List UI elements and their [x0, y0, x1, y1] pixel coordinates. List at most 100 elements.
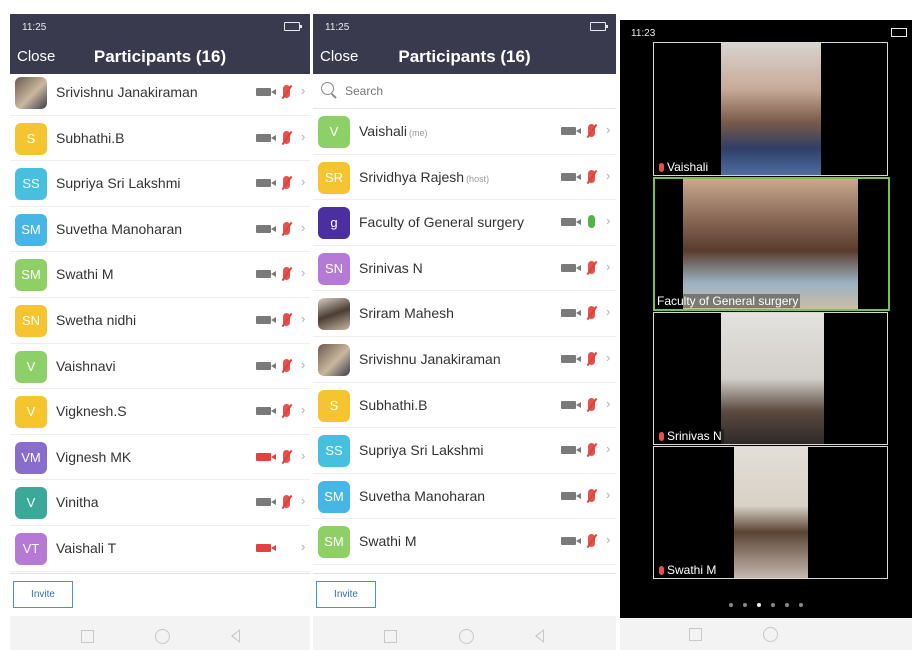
avatar: SS	[318, 435, 350, 468]
participant-row[interactable]: S Subhathi.B ›	[313, 383, 616, 429]
participant-row[interactable]: g Faculty of General surgery ›	[313, 200, 616, 246]
search-input[interactable]: Search	[313, 74, 616, 109]
page-dot[interactable]	[729, 603, 733, 607]
chevron-right-icon: ›	[301, 310, 306, 326]
mic-on-icon	[588, 215, 595, 229]
participant-row[interactable]: SM Swathi M ›	[10, 252, 310, 298]
participant-name: Faculty of General surgery	[359, 214, 524, 231]
mic-muted-icon	[588, 124, 595, 137]
tile-label: Faculty of General surgery	[655, 294, 801, 308]
recents-icon[interactable]	[689, 628, 702, 641]
mic-muted-icon	[588, 351, 595, 365]
mic-muted-icon	[588, 443, 595, 457]
system-nav-bar	[10, 616, 310, 650]
chevron-right-icon: ›	[301, 83, 306, 98]
participant-row[interactable]: V Vigknesh.S ›	[10, 389, 310, 435]
invite-button[interactable]: Invite	[316, 581, 376, 608]
mic-muted-icon	[283, 312, 290, 326]
video-tile[interactable]: Srinivas N	[653, 312, 888, 445]
page-dot[interactable]	[771, 603, 775, 607]
page-dot[interactable]	[799, 603, 803, 607]
participant-row[interactable]: V Vaishali (me) ›	[313, 109, 616, 155]
recents-icon[interactable]	[384, 630, 397, 643]
video-off-icon	[256, 224, 276, 233]
mic-muted-icon	[588, 534, 595, 548]
mic-muted-icon	[283, 449, 290, 463]
participant-row[interactable]: SN Srinivas N ›	[313, 246, 616, 292]
video-off-icon	[561, 127, 581, 135]
page-dot[interactable]	[785, 603, 789, 607]
page-dot[interactable]	[743, 603, 747, 607]
video-tile[interactable]: Swathi M	[653, 446, 888, 579]
top-nav: Close Participants (16)	[313, 40, 616, 74]
avatar	[15, 77, 47, 109]
participant-name: Srivishnu Janakiraman	[56, 84, 198, 100]
participant-row[interactable]: V Vaishnavi ›	[10, 344, 310, 390]
participant-row[interactable]: SM Swathi M ›	[313, 519, 616, 565]
chevron-right-icon: ›	[606, 258, 611, 274]
video-off-icon	[256, 179, 276, 188]
participant-row[interactable]: SM Suvetha Manoharan ›	[313, 474, 616, 520]
home-icon[interactable]	[763, 627, 778, 642]
video-tile[interactable]: Vaishali	[653, 42, 888, 176]
mic-muted-icon	[283, 404, 290, 418]
chevron-right-icon: ›	[301, 356, 306, 372]
page-dot[interactable]	[757, 603, 761, 607]
video-off-icon	[256, 452, 276, 461]
avatar: SM	[318, 480, 350, 513]
participant-name: Vignesh MK	[56, 448, 132, 465]
participant-row[interactable]: Srivishnu Janakiraman ›	[10, 70, 310, 116]
chevron-right-icon: ›	[606, 349, 611, 365]
participant-row[interactable]: SM Suvetha Manoharan ›	[10, 207, 310, 253]
participants-screen-middle: 11:25 Close Participants (16) Search V Va…	[313, 14, 616, 650]
chevron-right-icon: ›	[301, 265, 306, 281]
footer-bar: Invite	[313, 573, 616, 620]
tile-label: Swathi M	[657, 563, 719, 577]
avatar: S	[318, 389, 350, 422]
mic-muted-icon	[283, 221, 290, 235]
avatar: SN	[318, 252, 350, 285]
avatar: V	[15, 350, 47, 383]
participant-row[interactable]: SR Srividhya Rajesh (host) ›	[313, 155, 616, 201]
video-off-icon	[256, 361, 276, 370]
recents-icon[interactable]	[81, 630, 94, 643]
video-off-icon	[561, 309, 581, 318]
status-time: 11:25	[22, 22, 47, 33]
participant-row[interactable]: Srivishnu Janakiraman ›	[313, 337, 616, 383]
participant-row[interactable]: SS Supriya Sri Lakshmi ›	[10, 161, 310, 207]
video-off-icon	[256, 88, 276, 96]
participant-row[interactable]: SN Swetha nidhi ›	[10, 298, 310, 344]
back-icon[interactable]	[535, 629, 544, 643]
chevron-right-icon: ›	[301, 493, 306, 509]
mic-muted-icon	[588, 260, 595, 274]
participant-row[interactable]: S Subhathi.B ›	[10, 116, 310, 162]
participant-name: Vaishali (me)	[359, 123, 428, 139]
participant-name: Vigknesh.S	[56, 403, 127, 420]
mic-muted-icon	[283, 267, 290, 281]
battery-icon	[891, 28, 907, 37]
participant-name: Supriya Sri Lakshmi	[56, 175, 181, 192]
video-off-icon	[256, 543, 276, 552]
home-icon[interactable]	[155, 629, 170, 644]
page-indicator[interactable]	[620, 594, 912, 612]
tile-label: Vaishali	[657, 160, 711, 174]
invite-button[interactable]: Invite	[13, 581, 73, 608]
chevron-right-icon: ›	[606, 486, 611, 502]
home-icon[interactable]	[459, 629, 474, 644]
video-off-icon	[561, 263, 581, 272]
avatar: VT	[15, 532, 47, 565]
participant-row[interactable]: VT Vaishali T ›	[10, 526, 310, 572]
participant-row[interactable]: Sriram Mahesh ›	[313, 291, 616, 337]
back-icon[interactable]	[231, 629, 240, 643]
video-off-icon	[256, 270, 276, 279]
participant-row[interactable]: SS Supriya Sri Lakshmi ›	[313, 428, 616, 474]
participant-row[interactable]: VM Vignesh MK ›	[10, 435, 310, 481]
participant-name: Suvetha Manoharan	[56, 220, 183, 237]
chevron-right-icon: ›	[606, 395, 611, 411]
video-feed	[683, 179, 858, 309]
participant-row[interactable]: V Vinitha ›	[10, 480, 310, 526]
mic-muted-icon	[588, 488, 595, 502]
chevron-right-icon: ›	[606, 213, 611, 229]
video-tile-active-speaker[interactable]: Faculty of General surgery	[653, 177, 890, 311]
mic-muted-icon	[659, 566, 664, 575]
